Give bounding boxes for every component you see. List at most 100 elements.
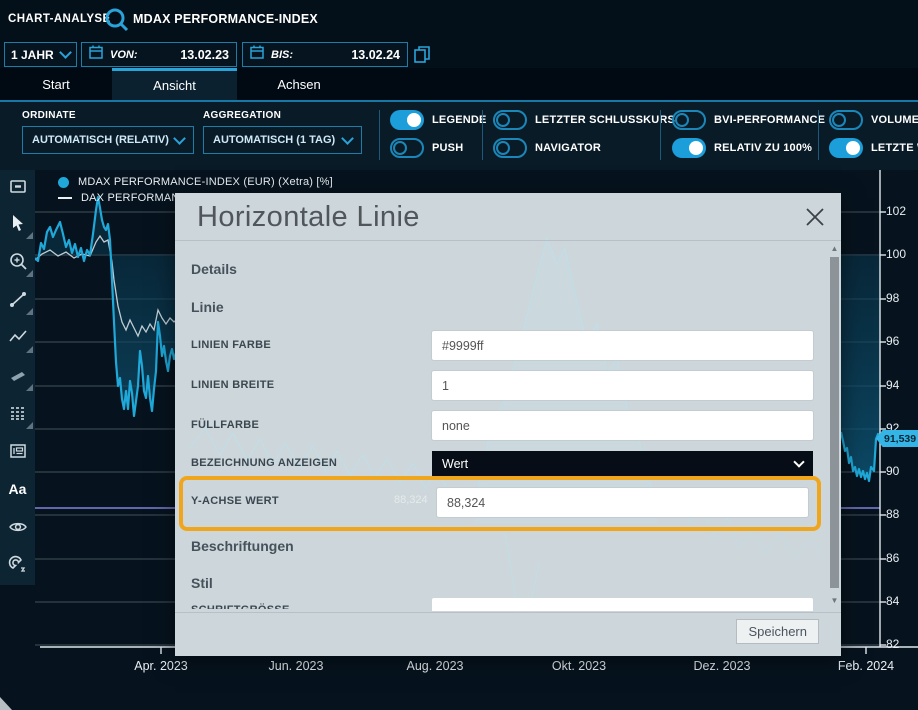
zoom-in-icon[interactable] xyxy=(0,242,35,280)
submenu-corner xyxy=(26,270,33,277)
toggle-switch[interactable] xyxy=(493,110,527,130)
period-select[interactable]: 1 JAHR xyxy=(4,42,77,67)
toggle-label: NAVIGATOR xyxy=(535,142,601,154)
toggle-switch[interactable] xyxy=(672,110,706,130)
cursor-icon[interactable] xyxy=(0,204,35,242)
close-icon[interactable] xyxy=(803,205,827,234)
scroll-up-icon[interactable]: ▲ xyxy=(830,245,839,253)
save-button[interactable]: Speichern xyxy=(736,619,819,644)
toggle-bvi-performance[interactable]: BVI-PERFORMANCE xyxy=(672,109,825,131)
view-toolbar: ORDINATE AUTOMATISCH (RELATIV) AGGREGATI… xyxy=(0,100,918,170)
y-tick-label: 98 xyxy=(886,291,918,305)
line-width-label: LINIEN BREITE xyxy=(191,379,274,391)
section-beschriftungen: Beschriftungen xyxy=(191,538,294,554)
toggle-label: VOLUMEN (S xyxy=(871,114,918,126)
eye-icon[interactable] xyxy=(0,508,35,546)
show-label-label: BEZEICHNUNG ANZEIGEN xyxy=(191,457,337,469)
x-tick-label: Aug. 2023 xyxy=(393,659,477,673)
submenu-corner xyxy=(26,232,33,239)
dax-marker-icon xyxy=(58,197,72,199)
toggle-switch[interactable] xyxy=(493,138,527,158)
x-tick-label: Apr. 2023 xyxy=(119,659,203,673)
text-tool-icon[interactable]: Aa xyxy=(0,470,35,508)
x-tick-label: Dez. 2023 xyxy=(680,659,764,673)
y-tick-label: 102 xyxy=(886,204,918,218)
section-details: Details xyxy=(191,261,237,277)
last-value-badge: 91,539 xyxy=(876,430,918,447)
y-tick-label: 84 xyxy=(886,594,918,608)
search-icon[interactable] xyxy=(103,6,131,39)
channel-icon[interactable] xyxy=(0,356,35,394)
legend-label: MDAX PERFORMANCE-INDEX (EUR) (Xetra) [%] xyxy=(78,176,333,188)
tab-start[interactable]: Start xyxy=(0,68,112,100)
aggregation-select[interactable]: AUTOMATISCH (1 TAG) xyxy=(203,126,362,154)
show-label-value: Wert xyxy=(442,457,468,471)
line-color-label: LINIEN FARBE xyxy=(191,339,271,351)
section-stil: Stil xyxy=(191,575,213,591)
divider xyxy=(818,110,819,160)
dialog-footer: Speichern xyxy=(175,612,841,656)
toggle-switch[interactable] xyxy=(829,138,863,158)
legend-item-mdax: MDAX PERFORMANCE-INDEX (EUR) (Xetra) [%] xyxy=(58,176,333,188)
mdax-marker-icon xyxy=(58,177,69,188)
ordinate-select[interactable]: AUTOMATISCH (RELATIV) xyxy=(22,126,194,154)
divider xyxy=(660,110,661,160)
header: CHART-ANALYSE MDAX PERFORMANCE-INDEX 1 J… xyxy=(0,0,918,68)
toggle-label: LETZTER SCHLUSSKURS xyxy=(535,114,675,126)
line-width-input[interactable] xyxy=(432,371,813,400)
y-axis-value-label: Y-ACHSE WERT xyxy=(191,495,279,507)
date-to-value: 13.02.24 xyxy=(351,48,400,62)
toggle-navigator[interactable]: NAVIGATOR xyxy=(493,137,601,159)
fill-color-input[interactable] xyxy=(432,411,813,440)
clipped-field-label: SCHRIFTGRÖSSE xyxy=(191,600,431,609)
trendline-icon[interactable] xyxy=(0,280,35,318)
chevron-down-icon xyxy=(341,132,354,145)
y-tick-label: 90 xyxy=(886,464,918,478)
toggle-switch[interactable] xyxy=(390,138,424,158)
date-to-field[interactable]: BIS: 13.02.24 xyxy=(242,42,408,67)
tab-ansicht[interactable]: Ansicht xyxy=(112,68,237,100)
x-tick-label: Feb. 2024 xyxy=(824,659,908,673)
toggle-switch[interactable] xyxy=(390,110,424,130)
toggle-legende[interactable]: LEGENDE xyxy=(390,109,487,131)
instrument-name[interactable]: MDAX PERFORMANCE-INDEX xyxy=(133,12,318,26)
toggle-label: BVI-PERFORMANCE xyxy=(714,114,825,126)
y-tick-label: 86 xyxy=(886,551,918,565)
submenu-corner xyxy=(26,346,33,353)
chevron-down-icon xyxy=(793,456,804,467)
toggle-relativ-zu-100[interactable]: RELATIV ZU 100% xyxy=(672,137,812,159)
date-from-value: 13.02.23 xyxy=(180,48,229,62)
date-from-field[interactable]: VON: 13.02.23 xyxy=(81,42,237,67)
scrollbar-thumb[interactable] xyxy=(830,257,839,588)
grid-icon[interactable] xyxy=(0,394,35,432)
period-value: 1 JAHR xyxy=(11,48,54,62)
clipped-field-input[interactable] xyxy=(432,598,813,611)
section-linie: Linie xyxy=(191,299,224,315)
annotation-icon[interactable] xyxy=(0,432,35,470)
aggregation-value: AUTOMATISCH (1 TAG) xyxy=(213,134,335,146)
toggle-switch[interactable] xyxy=(829,110,863,130)
scroll-down-icon[interactable]: ▼ xyxy=(830,597,839,605)
copy-icon[interactable] xyxy=(413,45,432,69)
ordinate-value: AUTOMATISCH (RELATIV) xyxy=(32,134,169,146)
tab-bar: Start Ansicht Achsen xyxy=(0,68,918,100)
toggle-letzter-schlusskurs[interactable]: LETZTER SCHLUSSKURS xyxy=(493,109,675,131)
line-color-input[interactable] xyxy=(432,331,813,360)
toggle-volumen[interactable]: VOLUMEN (S xyxy=(829,109,918,131)
dialog-title: Horizontale Linie xyxy=(197,201,420,234)
chevron-down-icon xyxy=(59,46,72,59)
ordinate-label: ORDINATE xyxy=(22,110,76,121)
toggle-letzte-werte[interactable]: LETZTE WER xyxy=(829,137,918,159)
divider xyxy=(482,110,483,160)
x-tick-label: Okt. 2023 xyxy=(537,659,621,673)
toggle-switch[interactable] xyxy=(672,138,706,158)
toggle-push[interactable]: PUSH xyxy=(390,137,463,159)
tab-achsen[interactable]: Achsen xyxy=(237,68,361,100)
panel-minimize-icon[interactable] xyxy=(0,170,35,204)
show-label-select[interactable]: Wert xyxy=(432,451,813,477)
y-axis-value-input[interactable] xyxy=(437,488,808,517)
submenu-corner xyxy=(26,308,33,315)
y-tick-label: 82 xyxy=(886,637,918,651)
magnet-icon[interactable] xyxy=(0,546,35,584)
zigzag-icon[interactable] xyxy=(0,318,35,356)
